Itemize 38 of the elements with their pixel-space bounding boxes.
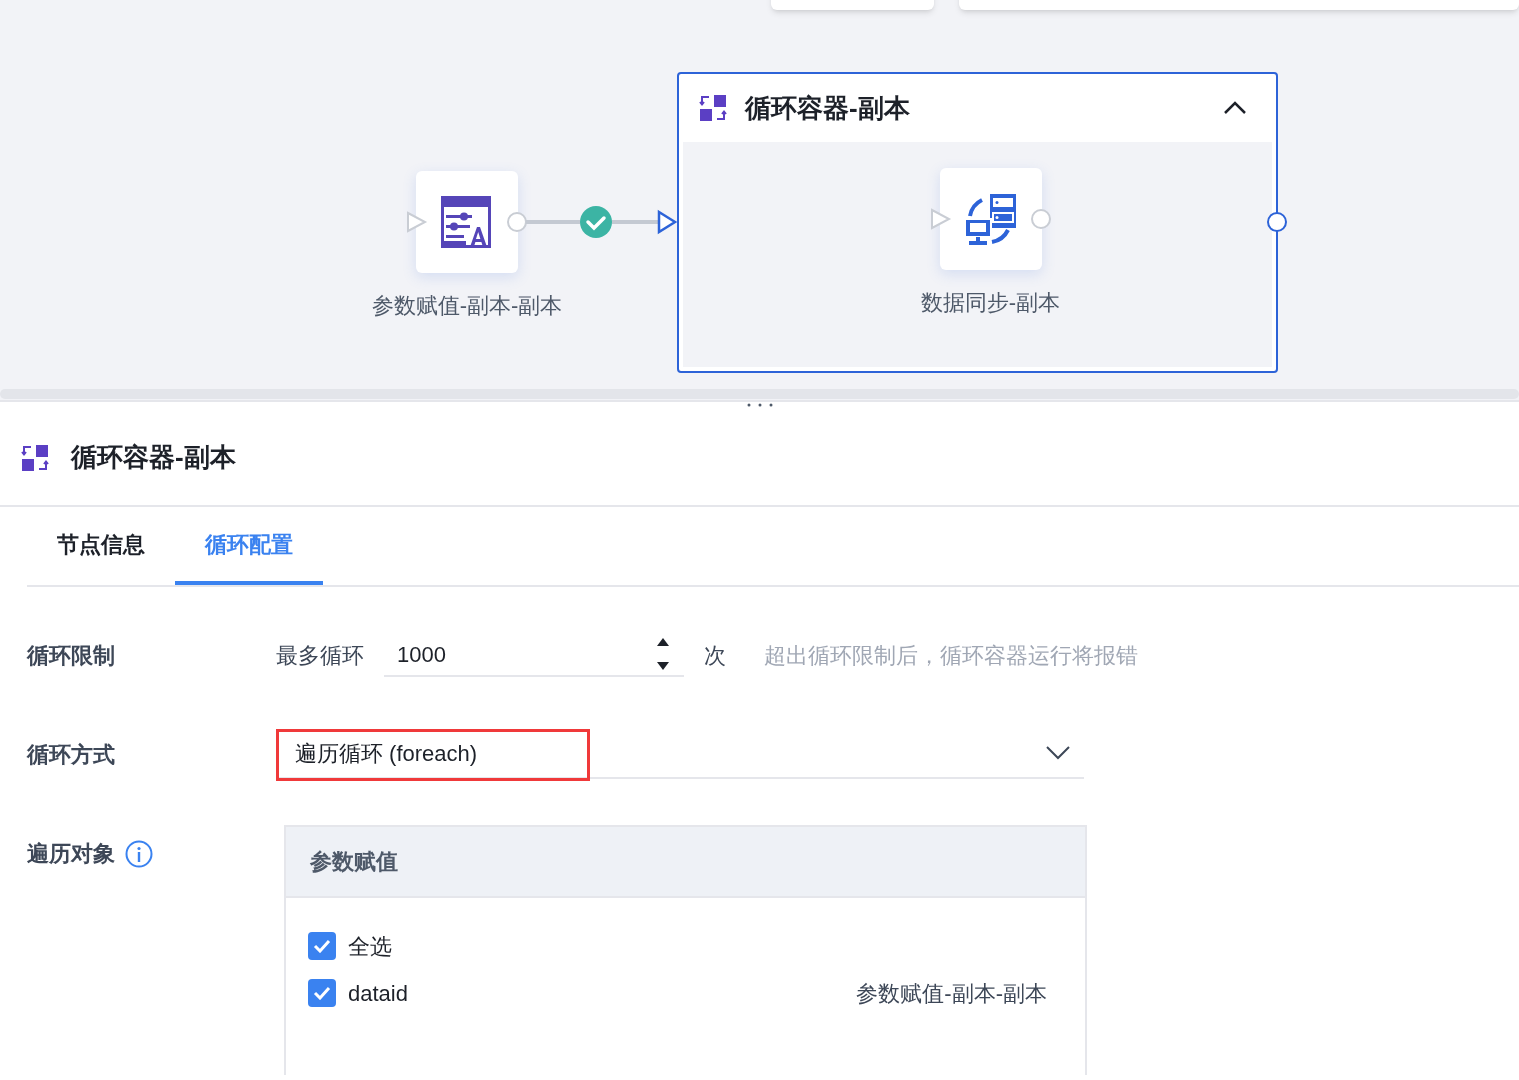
loop-container-icon <box>699 94 727 122</box>
table-header: 参数赋值 <box>310 848 398 876</box>
server-computer-icon <box>963 192 1018 246</box>
task-node[interactable] <box>416 171 518 273</box>
tab[interactable]: 循环配置 <box>175 507 323 585</box>
chevron-down-icon <box>1046 746 1070 760</box>
output-port[interactable] <box>1267 212 1287 232</box>
checkbox-label: dataid <box>348 979 408 1008</box>
source-node-label: 参数赋值-副本-副本 <box>856 979 1047 1008</box>
task-node[interactable] <box>939 168 1042 270</box>
panel-title: 循环容器-副本 <box>71 441 236 474</box>
field-label: 循环限制 <box>27 641 116 670</box>
parameter-form-icon <box>440 195 494 249</box>
container-title: 循环容器-副本 <box>745 91 910 125</box>
unit-label: 次 <box>704 641 726 670</box>
input-port-icon[interactable] <box>929 208 952 230</box>
info-icon[interactable] <box>125 839 153 868</box>
number-input[interactable]: 1000 <box>384 633 684 677</box>
checkbox[interactable] <box>308 979 336 1007</box>
field-label: 循环方式 <box>27 740 116 769</box>
checkmark-icon <box>313 939 331 953</box>
connector-arrow[interactable] <box>612 209 678 235</box>
input-prefix: 最多循环 <box>276 641 364 670</box>
node-label: 数据同步-副本 <box>920 289 1061 317</box>
field-label: 遍历对象 <box>27 840 115 868</box>
input-port-icon[interactable] <box>406 211 428 233</box>
hint-text: 超出循环限制后，循环容器运行将报错 <box>764 641 1138 670</box>
drag-handle-icon[interactable] <box>745 402 774 408</box>
checkbox[interactable] <box>308 932 336 960</box>
loop-container-icon <box>21 443 49 472</box>
checkmark-icon <box>313 986 331 1000</box>
spinner-arrows-icon[interactable] <box>656 636 670 672</box>
tab[interactable]: 节点信息 <box>27 507 175 585</box>
select-field[interactable]: 遍历循环 (foreach) <box>276 729 1084 779</box>
checkbox-label: 全选 <box>348 932 392 961</box>
loop-container-node[interactable]: 循环容器-副本 数据同步-副本 <box>677 72 1278 373</box>
chevron-up-icon[interactable] <box>1224 101 1246 115</box>
node-label: 参数赋值-副本-副本 <box>371 292 563 320</box>
